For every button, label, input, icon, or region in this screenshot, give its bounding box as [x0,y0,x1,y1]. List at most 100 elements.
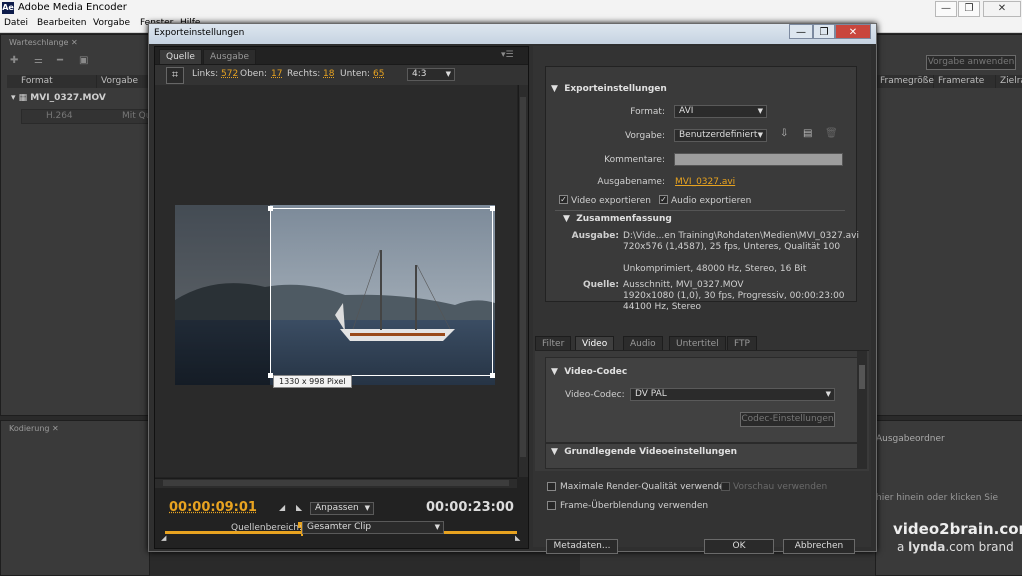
preview-vscroll-thumb[interactable] [520,97,526,457]
tab-output[interactable]: Ausgabe [203,49,257,64]
preset-select[interactable]: Benutzerdefiniert ▼ [674,129,767,142]
settings-vscrollbar[interactable] [857,351,867,469]
crop-right-label: Rechts: [287,69,321,79]
crop-toolbar: ⌗ Links: 572 Oben: 17 Rechts: 18 Unten: … [155,64,528,85]
preview-hscroll-thumb[interactable] [163,480,509,486]
crop-mask [175,205,270,385]
close-button[interactable]: ✕ [983,1,1021,17]
export-audio-checkbox[interactable]: ✓ [659,195,668,204]
tab-audio[interactable]: Audio [623,336,663,351]
export-settings-header[interactable]: ▼ Exporteinstellungen [551,84,667,94]
export-video-label[interactable]: Video exportieren [571,196,651,206]
output-name-link[interactable]: MVI_0327.avi [675,177,735,187]
crop-handle-tr[interactable] [490,206,495,211]
menu-vorgabe[interactable]: Vorgabe [93,18,130,28]
minimize-button[interactable]: — [935,1,957,17]
video-codec-header[interactable]: ▼ Video-Codec [551,367,627,377]
crop-bottom-label: Unten: [340,69,371,79]
video-codec-select[interactable]: DV PAL ▼ [630,388,835,401]
format-label: Format: [630,107,665,117]
menu-datei[interactable]: Datei [4,18,28,28]
export-settings-dialog: Exporteinstellungen — ❐ ✕ Quelle Ausgabe… [148,23,877,554]
tab-video[interactable]: Video [575,336,615,351]
source-range-select[interactable]: Gesamter Clip ▼ [302,521,444,534]
settings-panel: ▼ Exporteinstellungen Format: AVI ▼ Vorga… [533,46,871,554]
apply-preset-button[interactable]: Vorgabe anwenden [926,55,1016,70]
in-point-marker-icon[interactable]: ◢ [161,534,166,542]
app-logo: Ae [2,2,14,14]
preset-header: Framegröße Framerate Zielra [876,75,1022,88]
queue-item[interactable]: ▾ ▦ MVI_0327.MOV [11,93,106,103]
queue-tab[interactable]: Warteschlange ✕ [5,36,82,50]
remove-icon[interactable]: ━ [57,55,63,66]
save-preset-icon[interactable]: ⇩ [780,128,788,139]
aspect-ratio-select[interactable]: 4:3 ▼ [407,68,455,81]
max-render-quality-checkbox[interactable] [547,482,556,491]
current-timecode[interactable]: 00:00:09:01 [169,500,257,515]
fit-select[interactable]: Anpassen ▼ [310,502,374,515]
cancel-button[interactable]: Abbrechen [783,539,855,554]
export-video-checkbox[interactable]: ✓ [559,195,568,204]
preset-label: Vorgabe: [624,131,665,141]
use-previews-label[interactable]: Vorschau verwenden [733,482,827,492]
preview-hscrollbar[interactable] [155,478,517,488]
duplicate-icon[interactable]: ▣ [79,55,88,66]
dialog-minimize-button[interactable]: — [789,24,813,39]
format-select[interactable]: AVI ▼ [674,105,767,118]
encoding-tab[interactable]: Kodierung ✕ [5,422,63,436]
total-duration: 00:00:23:00 [426,500,514,515]
menu-bearbeiten[interactable]: Bearbeiten [37,18,86,28]
col-format[interactable]: Format [17,75,97,88]
tab-source[interactable]: Quelle [159,49,202,64]
summary-source-text: Ausschnitt, MVI_0327.MOV 1920x1080 (1,0)… [623,280,845,312]
set-out-point-icon[interactable]: ◣ [296,503,302,512]
col-bitrate[interactable]: Zielra [996,75,1022,88]
tab-ftp[interactable]: FTP [727,336,757,351]
preset-browser-panel: Vorgabe anwenden Framegröße Framerate Zi… [875,34,1022,416]
comments-label: Kommentare: [604,155,665,165]
output-folder-header: Ausgabeordner [876,434,945,444]
crop-handle-tl[interactable] [268,206,273,211]
video-tab-content: ▼ Video-Codec Video-Codec: DV PAL ▼ Codec… [535,350,869,471]
basic-video-header[interactable]: ▼ Grundlegende Videoeinstellungen [551,447,737,457]
queue-header: Format Vorgabe [7,75,149,88]
import-preset-icon[interactable]: ▤ [803,128,812,139]
queue-subitem[interactable]: H.264 Mit Qu [21,109,151,124]
crop-bottom-value[interactable]: 65 [373,69,384,79]
crop-icon[interactable]: ⌗ [166,67,184,84]
crop-size-tooltip: 1330 x 998 Pixel [273,375,352,388]
settings-icon[interactable]: ⚌ [34,55,43,66]
ok-button[interactable]: OK [704,539,774,554]
crop-left-value[interactable]: 572 [221,69,238,79]
summary-header[interactable]: ▼ Zusammenfassung [563,214,672,224]
use-previews-checkbox[interactable] [721,482,730,491]
panel-menu-icon[interactable]: ▾☰ [501,50,514,60]
frame-blending-label[interactable]: Frame-Überblendung verwenden [560,501,708,511]
tab-filter[interactable]: Filter [535,336,572,351]
col-framesize[interactable]: Framegröße [876,75,934,88]
crop-right-value[interactable]: 18 [323,69,334,79]
add-icon[interactable]: ✚ [10,55,18,66]
max-render-quality-label[interactable]: Maximale Render-Qualität verwenden [560,482,730,492]
preview-vscrollbar[interactable] [518,85,528,477]
dialog-maximize-button[interactable]: ❐ [813,24,835,39]
frame-blending-checkbox[interactable] [547,501,556,510]
set-in-point-icon[interactable]: ◢ [279,503,285,512]
metadata-button[interactable]: Metadaten... [546,539,618,554]
crop-top-label: Oben: [240,69,268,79]
crop-top-value[interactable]: 17 [271,69,282,79]
export-audio-label[interactable]: Audio exportieren [671,196,751,206]
maximize-button[interactable]: ❐ [958,1,980,17]
crop-handle-br[interactable] [490,373,495,378]
col-framerate[interactable]: Framerate [934,75,996,88]
dialog-close-button[interactable]: ✕ [835,24,871,39]
comments-input[interactable] [674,153,843,166]
out-point-marker-icon[interactable]: ◣ [515,534,520,542]
col-preset[interactable]: Vorgabe [97,75,149,88]
crop-box[interactable] [268,206,495,378]
app-titlebar: Ae Adobe Media Encoder — ❐ ✕ [0,0,1022,17]
tab-subtitles[interactable]: Untertitel [669,336,726,351]
delete-preset-icon[interactable]: 🗑 [825,128,838,139]
settings-vscroll-thumb[interactable] [859,365,865,389]
codec-settings-button[interactable]: Codec-Einstellungen [740,412,835,427]
